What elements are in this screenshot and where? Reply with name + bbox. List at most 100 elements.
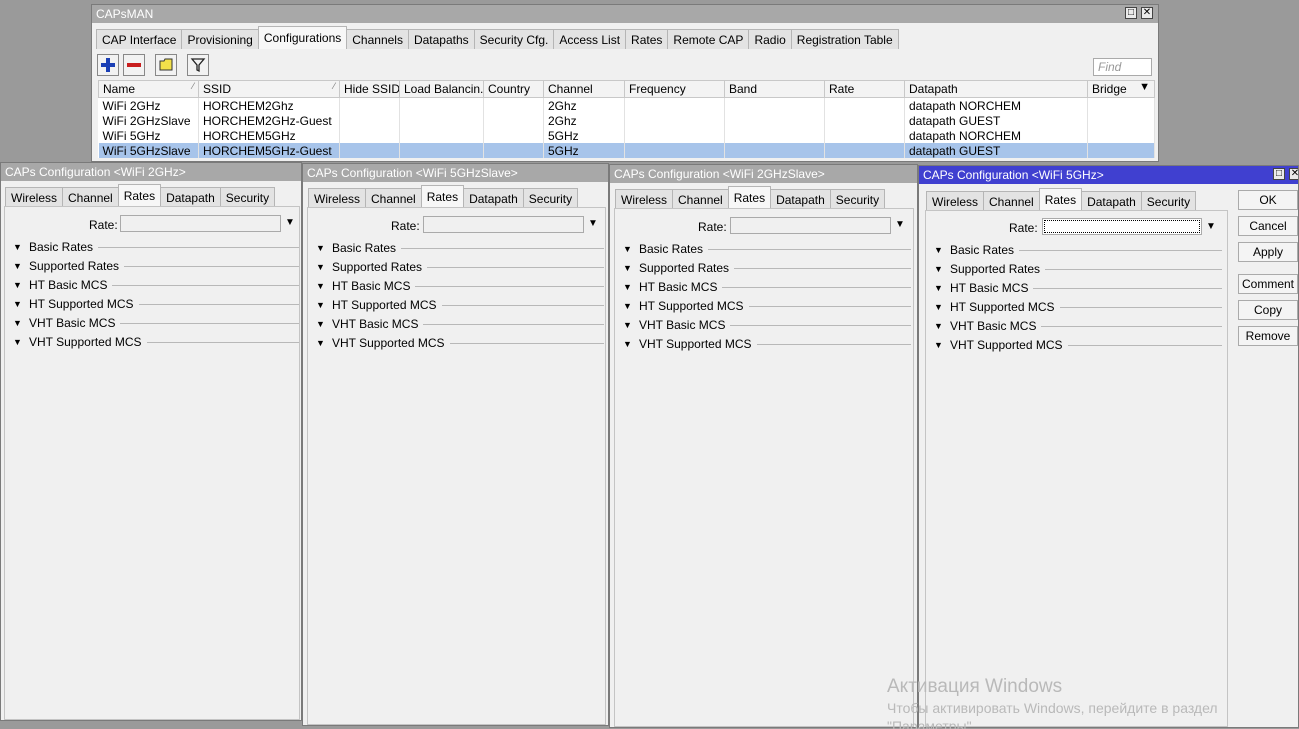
section-supported-rates[interactable]: ▼ Supported Rates xyxy=(621,261,911,275)
tab-channel[interactable]: Channel xyxy=(365,188,422,208)
section-vht-supported-mcs[interactable]: ▼ VHT Supported MCS xyxy=(11,335,299,349)
collapse-icon[interactable]: ▼ xyxy=(623,339,639,349)
filter-button[interactable] xyxy=(187,54,209,76)
tab-configurations[interactable]: Configurations xyxy=(257,26,348,49)
collapse-icon[interactable]: ▼ xyxy=(316,281,332,291)
section-vht-supported-mcs[interactable]: ▼ VHT Supported MCS xyxy=(932,338,1222,352)
section-ht-basic-mcs[interactable]: ▼ HT Basic MCS xyxy=(932,281,1222,295)
collapse-icon[interactable]: ▼ xyxy=(13,280,29,290)
config-window-titlebar[interactable]: CAPs Configuration <WiFi 5GHzSlave> xyxy=(303,164,608,182)
cancel-button[interactable]: Cancel xyxy=(1238,216,1298,236)
collapse-icon[interactable]: ▼ xyxy=(13,261,29,271)
tab-security-cfg[interactable]: Security Cfg. xyxy=(473,29,555,49)
collapse-icon[interactable]: ▼ xyxy=(623,320,639,330)
collapse-icon[interactable]: ▼ xyxy=(316,300,332,310)
tab-cap-interface[interactable]: CAP Interface xyxy=(96,29,183,49)
rate-dropdown-icon[interactable]: ▼ xyxy=(588,218,598,229)
rate-dropdown-icon[interactable]: ▼ xyxy=(285,217,295,228)
close-icon[interactable]: ✕ xyxy=(1289,168,1298,180)
section-basic-rates[interactable]: ▼ Basic Rates xyxy=(932,243,1222,257)
tab-wireless[interactable]: Wireless xyxy=(615,189,674,209)
rate-dropdown-icon[interactable]: ▼ xyxy=(1206,221,1216,232)
tab-wireless[interactable]: Wireless xyxy=(308,188,367,208)
rate-select[interactable] xyxy=(120,215,281,232)
collapse-icon[interactable]: ▼ xyxy=(934,245,950,255)
section-vht-basic-mcs[interactable]: ▼ VHT Basic MCS xyxy=(314,317,604,331)
column-header-rate[interactable]: Rate xyxy=(824,80,905,98)
config-window-titlebar[interactable]: CAPs Configuration <WiFi 5GHz> □ ✕ xyxy=(919,166,1298,184)
section-supported-rates[interactable]: ▼ Supported Rates xyxy=(932,262,1222,276)
remove-button[interactable] xyxy=(123,54,145,76)
section-ht-supported-mcs[interactable]: ▼ HT Supported MCS xyxy=(932,300,1222,314)
close-icon[interactable]: ✕ xyxy=(1141,7,1153,19)
section-ht-supported-mcs[interactable]: ▼ HT Supported MCS xyxy=(621,299,911,313)
section-ht-supported-mcs[interactable]: ▼ HT Supported MCS xyxy=(11,297,299,311)
section-vht-basic-mcs[interactable]: ▼ VHT Basic MCS xyxy=(621,318,911,332)
tab-channel[interactable]: Channel xyxy=(62,187,119,207)
section-basic-rates[interactable]: ▼ Basic Rates xyxy=(11,240,299,254)
tab-registration-table[interactable]: Registration Table xyxy=(790,29,899,49)
column-header-hide-ssid[interactable]: Hide SSID xyxy=(339,80,400,98)
column-header-ssid[interactable]: SSID ⁄ xyxy=(198,80,340,98)
comment-button[interactable]: Comment xyxy=(1238,274,1298,294)
table-row[interactable]: WiFi 2GHzSlave HORCHEM2GHz-Guest 2Ghz da… xyxy=(98,113,1155,128)
section-basic-rates[interactable]: ▼ Basic Rates xyxy=(621,242,911,256)
add-button[interactable] xyxy=(97,54,119,76)
remove-button[interactable]: Remove xyxy=(1238,326,1298,346)
tab-channel[interactable]: Channel xyxy=(672,189,729,209)
tab-security[interactable]: Security xyxy=(1140,191,1197,211)
rate-dropdown-icon[interactable]: ▼ xyxy=(895,219,905,230)
collapse-icon[interactable]: ▼ xyxy=(934,340,950,350)
collapse-icon[interactable]: ▼ xyxy=(623,301,639,311)
collapse-icon[interactable]: ▼ xyxy=(13,337,29,347)
config-window-titlebar[interactable]: CAPs Configuration <WiFi 2GHzSlave> xyxy=(610,165,917,183)
section-vht-basic-mcs[interactable]: ▼ VHT Basic MCS xyxy=(932,319,1222,333)
tab-datapath[interactable]: Datapath xyxy=(160,187,221,207)
column-header-load-balancing[interactable]: Load Balancin... xyxy=(399,80,484,98)
apply-button[interactable]: Apply xyxy=(1238,242,1298,262)
collapse-icon[interactable]: ▼ xyxy=(623,282,639,292)
collapse-icon[interactable]: ▼ xyxy=(13,242,29,252)
section-ht-basic-mcs[interactable]: ▼ HT Basic MCS xyxy=(621,280,911,294)
collapse-icon[interactable]: ▼ xyxy=(623,244,639,254)
section-supported-rates[interactable]: ▼ Supported Rates xyxy=(314,260,604,274)
tab-provisioning[interactable]: Provisioning xyxy=(181,29,259,49)
column-header-datapath[interactable]: Datapath xyxy=(904,80,1088,98)
rate-select[interactable] xyxy=(423,216,584,233)
collapse-icon[interactable]: ▼ xyxy=(13,299,29,309)
table-row[interactable]: WiFi 2GHz HORCHEM2Ghz 2Ghz datapath NORC… xyxy=(98,97,1155,113)
rate-select[interactable] xyxy=(1042,218,1202,235)
rate-select[interactable] xyxy=(730,217,891,234)
column-header-channel[interactable]: Channel xyxy=(543,80,625,98)
section-ht-supported-mcs[interactable]: ▼ HT Supported MCS xyxy=(314,298,604,312)
table-row-selected[interactable]: WiFi 5GHzSlave HORCHEM5GHz-Guest 5GHz da… xyxy=(98,143,1155,158)
section-supported-rates[interactable]: ▼ Supported Rates xyxy=(11,259,299,273)
tab-security[interactable]: Security xyxy=(219,187,276,207)
find-input[interactable]: Find xyxy=(1093,58,1152,76)
collapse-icon[interactable]: ▼ xyxy=(934,321,950,331)
collapse-icon[interactable]: ▼ xyxy=(934,283,950,293)
tab-rates[interactable]: Rates xyxy=(420,185,465,208)
section-vht-basic-mcs[interactable]: ▼ VHT Basic MCS xyxy=(11,316,299,330)
column-header-frequency[interactable]: Frequency xyxy=(624,80,725,98)
collapse-icon[interactable]: ▼ xyxy=(934,264,950,274)
column-header-bridge[interactable]: Bridge ▼ xyxy=(1087,80,1155,98)
column-menu-icon[interactable]: ▼ xyxy=(1139,82,1150,94)
column-header-country[interactable]: Country xyxy=(483,80,544,98)
table-row[interactable]: WiFi 5GHz HORCHEM5GHz 5GHz datapath NORC… xyxy=(98,128,1155,143)
tab-remote-cap[interactable]: Remote CAP xyxy=(667,29,750,49)
section-vht-supported-mcs[interactable]: ▼ VHT Supported MCS xyxy=(621,337,911,351)
tab-security[interactable]: Security xyxy=(522,188,579,208)
capsman-titlebar[interactable]: CAPsMAN □ ✕ xyxy=(92,5,1158,23)
collapse-icon[interactable]: ▼ xyxy=(316,262,332,272)
tab-channels[interactable]: Channels xyxy=(346,29,409,49)
tab-datapath[interactable]: Datapath xyxy=(1081,191,1142,211)
tab-rates[interactable]: Rates xyxy=(727,186,772,209)
section-ht-basic-mcs[interactable]: ▼ HT Basic MCS xyxy=(11,278,299,292)
collapse-icon[interactable]: ▼ xyxy=(13,318,29,328)
section-basic-rates[interactable]: ▼ Basic Rates xyxy=(314,241,604,255)
section-ht-basic-mcs[interactable]: ▼ HT Basic MCS xyxy=(314,279,604,293)
column-header-band[interactable]: Band xyxy=(724,80,825,98)
collapse-icon[interactable]: ▼ xyxy=(623,263,639,273)
maximize-icon[interactable]: □ xyxy=(1125,7,1137,19)
